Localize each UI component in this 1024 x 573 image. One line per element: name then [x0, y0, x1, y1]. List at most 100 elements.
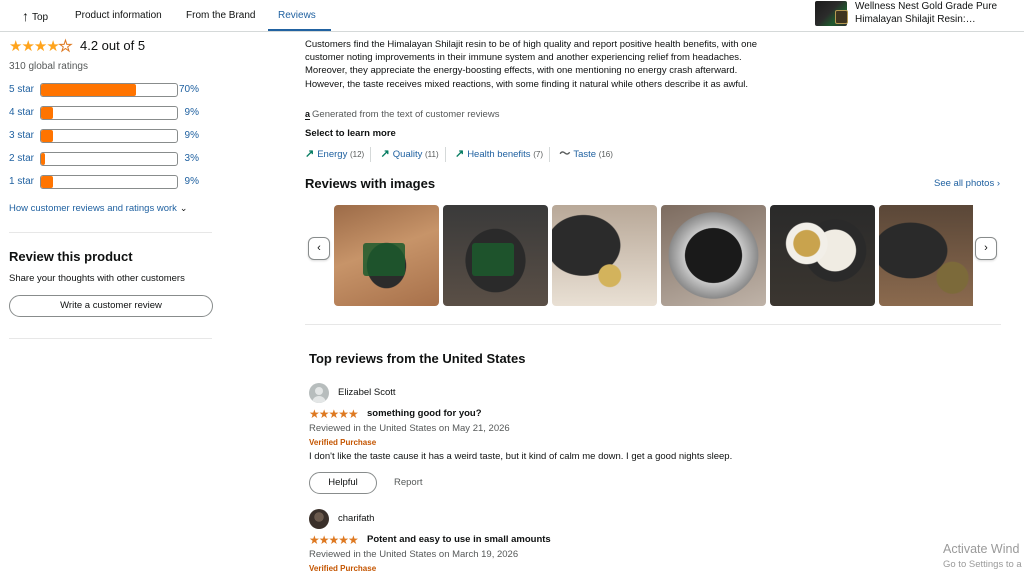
windows-activation-subtext: Go to Settings to a: [943, 559, 1022, 570]
histogram-row[interactable]: 4 star 9%: [9, 106, 209, 120]
report-link[interactable]: Report: [394, 477, 423, 488]
histogram-bar-fill: [41, 84, 137, 96]
avatar[interactable]: [309, 509, 329, 529]
review-stars[interactable]: ★★★★★: [309, 407, 359, 421]
select-to-learn-heading: Select to learn more: [305, 128, 396, 139]
histogram-row[interactable]: 5 star 70%: [9, 83, 209, 97]
histogram-bar[interactable]: [40, 83, 178, 97]
jar-label: [472, 243, 515, 276]
aspect-label: Taste: [573, 149, 597, 160]
aspect-energy[interactable]: ↗ Energy (12): [305, 147, 372, 162]
histogram-star-label[interactable]: 5 star: [9, 83, 34, 97]
review-product-subtext: Share your thoughts with other customers: [9, 273, 185, 284]
aspect-taste[interactable]: 〜 Taste (16): [559, 147, 619, 162]
mini-product-card[interactable]: Wellness Nest Gold Grade Pure Himalayan …: [815, 0, 1020, 30]
aspect-count: (12): [349, 150, 365, 159]
average-rating-text: 4.2 out of 5: [80, 38, 146, 53]
review-nav-bar: ↑ Top Product information From the Brand …: [0, 0, 1024, 32]
review-images-carousel: [334, 205, 973, 306]
chevron-right-icon: ›: [984, 242, 988, 254]
review-image[interactable]: [334, 205, 439, 306]
jar-label: [363, 243, 406, 276]
histogram-bar[interactable]: [40, 106, 178, 120]
histogram-row[interactable]: 3 star 9%: [9, 129, 209, 143]
how-reviews-work-label: How customer reviews and ratings work: [9, 203, 177, 214]
nav-top-label: Top: [32, 12, 49, 23]
histogram-percent[interactable]: 9%: [185, 129, 199, 143]
aspect-count: (11): [424, 150, 439, 159]
global-ratings-count: 310 global ratings: [9, 61, 88, 72]
avatar[interactable]: [309, 383, 329, 403]
histogram-star-label[interactable]: 1 star: [9, 175, 34, 189]
histogram-percent[interactable]: 3%: [185, 152, 199, 166]
how-reviews-work-link[interactable]: How customer reviews and ratings work ⌄: [9, 203, 187, 214]
tab-from-the-brand[interactable]: From the Brand: [186, 0, 255, 31]
aspect-count: (16): [598, 150, 613, 159]
average-star-rating: ★★★★★: [9, 38, 73, 56]
review-aspects: ↗ Energy (12) ↗ Quality (11) ↗ Health benef…: [305, 146, 625, 162]
verified-purchase-badge: Verified Purchase: [309, 564, 377, 573]
carousel-next-button[interactable]: ›: [975, 237, 997, 260]
aspect-label: Quality: [392, 149, 423, 160]
review-image[interactable]: [879, 205, 973, 306]
histogram-percent[interactable]: 9%: [185, 106, 199, 120]
ai-generated-label: Generated from the text of customer revi…: [312, 109, 500, 120]
histogram-bar[interactable]: [40, 175, 178, 189]
windows-activation-watermark: Activate Wind: [943, 542, 1020, 556]
histogram-star-label[interactable]: 3 star: [9, 129, 34, 143]
tab-reviews[interactable]: Reviews: [268, 0, 331, 31]
histogram-bar-fill: [41, 176, 54, 188]
histogram-bar-fill: [41, 153, 46, 165]
aspect-count: (7): [533, 150, 543, 159]
histogram-row[interactable]: 1 star 9%: [9, 175, 209, 189]
review-body: I don't like the taste cause it has a we…: [309, 451, 733, 462]
verified-purchase-badge: Verified Purchase: [309, 438, 377, 447]
trend-up-icon: ↗: [305, 148, 315, 160]
review-title[interactable]: something good for you?: [367, 408, 482, 419]
nav-top-link[interactable]: ↑ Top: [22, 0, 48, 31]
top-reviews-heading: Top reviews from the United States: [309, 351, 526, 366]
review-date: Reviewed in the United States on March 1…: [309, 549, 519, 560]
histogram-bar-fill: [41, 130, 54, 142]
product-thumbnail: [815, 1, 848, 26]
ai-badge-icon: a: [305, 109, 311, 120]
histogram-star-label[interactable]: 2 star: [9, 152, 34, 166]
divider: [9, 338, 212, 339]
histogram-percent[interactable]: 9%: [185, 175, 199, 189]
trend-up-icon: ↗: [454, 148, 465, 160]
review-summary-text: Customers find the Himalayan Shilajit re…: [305, 39, 758, 90]
chevron-left-icon: ‹: [317, 242, 321, 254]
reviewer-name[interactable]: charifath: [338, 513, 374, 524]
reviewer-name[interactable]: Elizabel Scott: [338, 387, 396, 398]
reviews-with-images-heading: Reviews with images: [305, 176, 436, 191]
review-product-heading: Review this product: [9, 249, 133, 264]
tab-product-information[interactable]: Product information: [75, 0, 162, 31]
trend-up-icon: ↗: [380, 148, 390, 160]
histogram-row[interactable]: 2 star 3%: [9, 152, 209, 166]
histogram-percent[interactable]: 70%: [179, 83, 199, 97]
aspect-label: Health benefits: [467, 149, 531, 160]
histogram-bar[interactable]: [40, 129, 178, 143]
review-image[interactable]: [770, 205, 875, 306]
divider: [305, 324, 1001, 325]
arrow-up-icon: ↑: [22, 8, 29, 24]
write-review-button[interactable]: Write a customer review: [9, 295, 213, 317]
aspect-health-benefits[interactable]: ↗ Health benefits (7): [455, 147, 550, 162]
review-title[interactable]: Potent and easy to use in small amounts: [367, 534, 551, 545]
histogram-star-label[interactable]: 4 star: [9, 106, 34, 120]
histogram-bar[interactable]: [40, 152, 178, 166]
aspect-quality[interactable]: ↗ Quality (11): [381, 147, 446, 162]
review-image[interactable]: [661, 205, 766, 306]
carousel-prev-button[interactable]: ‹: [308, 237, 330, 260]
helpful-button[interactable]: Helpful: [309, 472, 377, 494]
see-all-photos-label: See all photos: [934, 178, 995, 189]
mixed-wave-icon: 〜: [559, 148, 571, 160]
mini-product-title: Wellness Nest Gold Grade Pure Himalayan …: [855, 1, 998, 25]
chevron-down-icon: ⌄: [179, 203, 188, 213]
ai-generated-note: a Generated from the text of customer rev…: [305, 109, 499, 120]
review-stars[interactable]: ★★★★★: [309, 533, 359, 547]
review-image[interactable]: [443, 205, 548, 306]
histogram-bar-fill: [41, 107, 54, 119]
review-image[interactable]: [552, 205, 657, 306]
see-all-photos-link[interactable]: See all photos ›: [934, 178, 1000, 189]
